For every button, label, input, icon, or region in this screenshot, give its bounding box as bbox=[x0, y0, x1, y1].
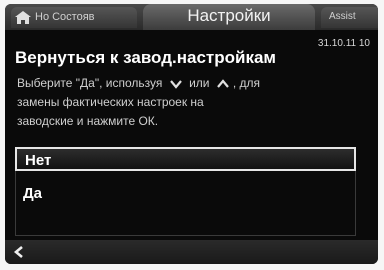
tab-settings[interactable]: Настройки bbox=[143, 4, 315, 30]
instruction-line-1-part-1: Выберите "Да", используя bbox=[17, 76, 163, 90]
device-screen: Но Состояв Настройки Assist 31.10.11 10 … bbox=[5, 4, 378, 264]
tab-home-label: Но Состояв bbox=[35, 11, 95, 23]
option-no[interactable]: Нет bbox=[15, 147, 356, 171]
screen-heading: Вернуться к завод.настройкам bbox=[15, 48, 276, 67]
instruction-line-1: Выберите "Да", используя или , для bbox=[17, 74, 373, 93]
top-bar: Но Состояв Настройки Assist bbox=[5, 4, 378, 30]
page-title: Настройки bbox=[187, 6, 271, 25]
instruction-line-3: заводские и нажмите ОК. bbox=[17, 114, 159, 128]
tab-assist-label: Assist bbox=[329, 11, 356, 22]
bottom-bar bbox=[5, 240, 378, 264]
option-yes-label: Да bbox=[23, 185, 43, 202]
home-icon bbox=[15, 11, 31, 24]
instruction-line-2: замены фактических настроек на bbox=[17, 95, 204, 109]
option-no-label: Нет bbox=[25, 152, 52, 169]
instructions-text: Выберите "Да", используя или , для замен… bbox=[17, 74, 373, 131]
back-arrow-icon[interactable] bbox=[13, 245, 25, 259]
tab-assist[interactable]: Assist bbox=[321, 7, 378, 28]
tab-home[interactable]: Но Состояв bbox=[11, 7, 137, 28]
option-yes[interactable]: Да bbox=[15, 182, 356, 206]
instruction-line-1-part-3: , для bbox=[232, 76, 260, 90]
chevron-up-icon bbox=[216, 79, 229, 88]
chevron-down-icon bbox=[169, 80, 182, 89]
instruction-line-1-part-2: или bbox=[189, 76, 210, 90]
datetime-display: 31.10.11 10 bbox=[317, 38, 370, 49]
